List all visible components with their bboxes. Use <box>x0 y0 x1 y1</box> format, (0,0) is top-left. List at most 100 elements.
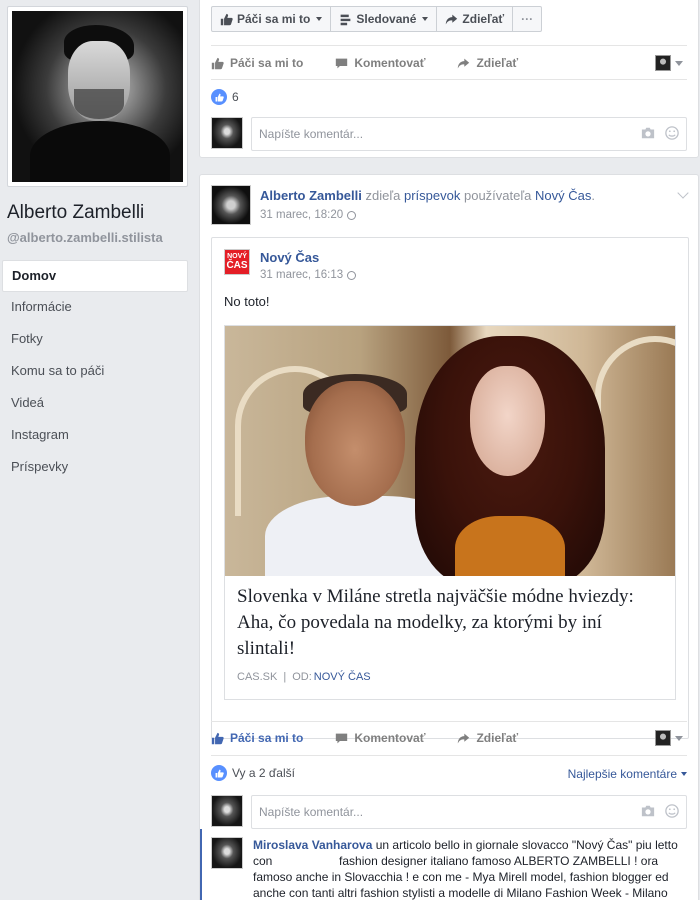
like-label: Páči sa mi to <box>230 56 304 70</box>
timestamp-text: 31 marec, 16:13 <box>260 269 344 281</box>
avatar <box>655 730 671 746</box>
comment-author[interactable]: Miroslava Vanharova <box>253 838 372 852</box>
comment-button[interactable]: Komentovať <box>335 56 425 70</box>
comment-text-2: fashion designer italiano famoso ALBERTO… <box>253 854 669 900</box>
emoji-icon[interactable] <box>665 126 679 140</box>
shared-post: NOVÝ ČAS Nový Čas 31 marec, 16:13 No tot… <box>211 237 689 739</box>
chevron-down-icon <box>422 17 429 21</box>
divider <box>211 45 687 46</box>
shared-timestamp[interactable]: 31 marec, 16:13 <box>260 269 357 281</box>
follow-button[interactable]: Sledované <box>330 6 438 32</box>
follow-label: Sledované <box>356 12 417 26</box>
post-header: Alberto Zambelli zdieľa príspevok použív… <box>260 188 595 203</box>
page-like-button[interactable]: Páči sa mi to <box>211 6 332 32</box>
post-as-selector[interactable] <box>655 730 683 746</box>
emoji-icon[interactable] <box>665 804 679 818</box>
nav-item-likes[interactable]: Komu sa to páči <box>2 356 188 388</box>
avatar <box>655 55 671 71</box>
page-like-label: Páči sa mi to <box>237 12 311 26</box>
post-actions: Páči sa mi to Komentovať Zdieľať <box>211 49 687 77</box>
comment-tools <box>641 804 679 818</box>
profile-picture[interactable] <box>7 6 188 187</box>
link-separator: | <box>283 671 287 683</box>
globe-icon <box>347 270 357 280</box>
nav-item-about[interactable]: Informácie <box>2 292 188 324</box>
avatar <box>211 795 243 827</box>
share-label: Zdieľať <box>476 731 519 745</box>
nav-item-photos[interactable]: Fotky <box>2 324 188 356</box>
nav-item-posts[interactable]: Príspevky <box>2 452 188 484</box>
comment: Miroslava Vanharova un articolo bello in… <box>200 829 687 900</box>
like-reaction-icon <box>211 765 227 781</box>
timestamp-text: 31 marec, 18:20 <box>260 209 344 221</box>
link-by-page[interactable]: NOVÝ ČAS <box>314 671 371 683</box>
like-reaction-icon <box>211 89 227 105</box>
reactions-summary[interactable]: Vy a 2 ďalší <box>211 765 295 781</box>
comment-button[interactable]: Komentovať <box>335 731 425 745</box>
camera-icon[interactable] <box>641 804 655 818</box>
novy-cas-logo[interactable]: NOVÝ ČAS <box>224 249 250 275</box>
reactions-count: 6 <box>232 90 239 104</box>
comment-input[interactable]: Napíšte komentár... <box>251 795 687 829</box>
follow-icon <box>341 14 351 25</box>
post-as-selector[interactable] <box>655 55 683 71</box>
link-preview-image[interactable] <box>225 326 675 576</box>
profile-sidebar: Alberto Zambelli @alberto.zambelli.stili… <box>0 0 198 900</box>
post-author[interactable]: Alberto Zambelli <box>260 188 362 203</box>
page-title[interactable]: Alberto Zambelli <box>7 202 144 224</box>
comment-tools <box>641 126 679 140</box>
shared-post-link[interactable]: príspevok <box>404 188 460 203</box>
shared-page-link[interactable]: Nový Čas <box>535 188 591 203</box>
comment-input[interactable]: Napíšte komentár... <box>251 117 687 151</box>
chevron-down-icon <box>675 60 683 66</box>
comment-body: Miroslava Vanharova un articolo bello in… <box>253 837 687 900</box>
comment-label: Komentovať <box>354 731 426 745</box>
post-text: No toto! <box>224 294 270 309</box>
comment-placeholder: Napíšte komentár... <box>259 127 364 141</box>
avatar[interactable] <box>211 837 243 869</box>
link-preview[interactable]: Slovenka v Miláne stretla najväčšie módn… <box>224 325 676 700</box>
chevron-down-icon <box>675 735 683 741</box>
shared-of: používateľa <box>463 188 532 203</box>
avatar[interactable] <box>211 185 251 225</box>
share-label: Zdieľať <box>476 56 519 70</box>
like-button[interactable]: Páči sa mi to <box>211 56 303 70</box>
nav-item-videos[interactable]: Videá <box>2 388 188 420</box>
logo-bottom-text: ČAS <box>226 260 248 271</box>
link-source: CAS.SK | OD: NOVÝ ČAS <box>237 671 371 683</box>
share-icon <box>458 58 470 68</box>
share-button[interactable]: Zdieľať <box>457 56 518 70</box>
more-options-button[interactable]: ··· <box>512 6 543 32</box>
like-button[interactable]: Páči sa mi to <box>211 731 303 745</box>
share-button[interactable]: Zdieľať <box>457 731 518 745</box>
page-nav: Domov Informácie Fotky Komu sa to páči V… <box>2 260 188 484</box>
page-action-bar: Páči sa mi to Sledované Zdieľať ··· <box>211 6 543 32</box>
share-icon <box>446 14 458 24</box>
post-actions: Páči sa mi to Komentovať Zdieľať <box>211 724 687 752</box>
chevron-down-icon[interactable] <box>677 187 689 199</box>
link-title[interactable]: Slovenka v Miláne stretla najväčšie módn… <box>237 584 663 662</box>
page-share-label: Zdieľať <box>462 12 505 26</box>
reactions-summary[interactable]: 6 <box>211 89 239 105</box>
link-domain: CAS.SK <box>237 671 278 683</box>
avatar <box>211 117 243 149</box>
comment-icon <box>336 58 348 68</box>
comment-label: Komentovať <box>354 56 426 70</box>
chevron-down-icon <box>316 17 323 21</box>
comment-icon <box>336 733 348 743</box>
page-header-card: Páči sa mi to Sledované Zdieľať ··· Páči… <box>199 0 699 158</box>
comment-sort-dropdown[interactable]: Najlepšie komentáre <box>568 767 687 781</box>
post-timestamp[interactable]: 31 marec, 18:20 <box>260 209 357 221</box>
profile-photo <box>12 11 183 182</box>
divider <box>211 79 687 80</box>
share-icon <box>458 733 470 743</box>
page-share-button[interactable]: Zdieľať <box>436 6 514 32</box>
thumbs-up-icon <box>220 13 233 25</box>
shared-page-name[interactable]: Nový Čas <box>260 250 319 265</box>
camera-icon[interactable] <box>641 126 655 140</box>
nav-item-home[interactable]: Domov <box>2 260 188 292</box>
comment-composer: Napíšte komentár... <box>211 795 687 829</box>
nav-item-instagram[interactable]: Instagram <box>2 420 188 452</box>
page-username[interactable]: @alberto.zambelli.stilista <box>7 230 163 245</box>
divider <box>211 721 687 722</box>
